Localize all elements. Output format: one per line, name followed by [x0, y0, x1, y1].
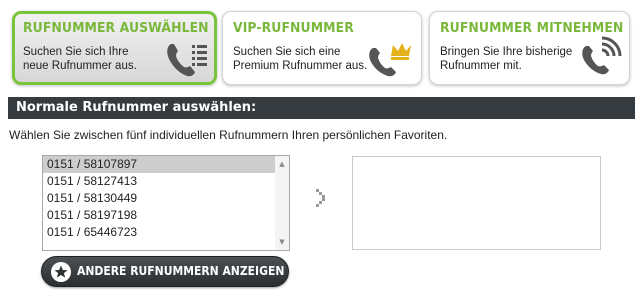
tab-desc-line: Rufnummer mit. — [440, 60, 522, 72]
intro-text: Wählen Sie zwischen fünf individuellen R… — [9, 128, 448, 142]
tab-rufnummer-mitnehmen[interactable]: RUFNUMMER MITNEHMEN Bringen Sie Ihre bis… — [429, 11, 630, 85]
selected-number-preview — [352, 156, 601, 250]
section-title: Normale Rufnummer auswählen: — [8, 97, 635, 119]
tab-title: RUFNUMMER MITNEHMEN — [440, 20, 624, 36]
tab-desc-line: Suchen Sie sich Ihre — [23, 46, 129, 58]
phone-list-icon — [167, 44, 207, 77]
button-label: ANDERE RUFNUMMERN ANZEIGEN — [77, 264, 285, 278]
scroll-down-icon[interactable]: ▼ — [275, 236, 289, 248]
number-option[interactable]: 0151 / 58127413 — [43, 173, 275, 190]
tab-title: RUFNUMMER AUSWÄHLEN — [23, 20, 209, 36]
show-more-numbers-button[interactable]: ANDERE RUFNUMMERN ANZEIGEN — [41, 256, 289, 287]
tab-desc-line: Suchen Sie sich eine — [233, 46, 341, 58]
star-icon — [51, 262, 71, 282]
scrollbar[interactable]: ▲ ▼ — [275, 156, 289, 250]
tab-desc-line: Premium Rufnummer aus. — [233, 60, 368, 72]
tab-rufnummer-auswaehlen[interactable]: RUFNUMMER AUSWÄHLEN Suchen Sie sich Ihre… — [12, 11, 217, 85]
number-option[interactable]: 0151 / 65446723 — [43, 224, 275, 241]
tab-desc-line: Bringen Sie Ihre bisherige — [440, 46, 573, 58]
number-option[interactable]: 0151 / 58107897 — [43, 156, 275, 173]
tab-description: Suchen Sie sich Ihre neue Rufnummer aus. — [23, 45, 137, 73]
tab-title: VIP-RUFNUMMER — [233, 20, 354, 36]
tab-desc-line: neue Rufnummer aus. — [23, 60, 137, 72]
number-option[interactable]: 0151 / 58130449 — [43, 190, 275, 207]
scroll-up-icon[interactable]: ▲ — [275, 158, 289, 170]
tab-vip-rufnummer[interactable]: VIP-RUFNUMMER Suchen Sie sich eine Premi… — [222, 11, 422, 85]
phone-crown-icon — [369, 43, 411, 77]
phone-signal-icon — [582, 36, 622, 75]
number-option[interactable]: 0151 / 58197198 — [43, 207, 275, 224]
tab-description: Bringen Sie Ihre bisherige Rufnummer mit… — [440, 45, 572, 73]
chevron-right-icon — [316, 189, 325, 207]
number-listbox[interactable]: 0151 / 58107897 0151 / 58127413 0151 / 5… — [42, 155, 290, 251]
tab-description: Suchen Sie sich eine Premium Rufnummer a… — [233, 45, 367, 73]
